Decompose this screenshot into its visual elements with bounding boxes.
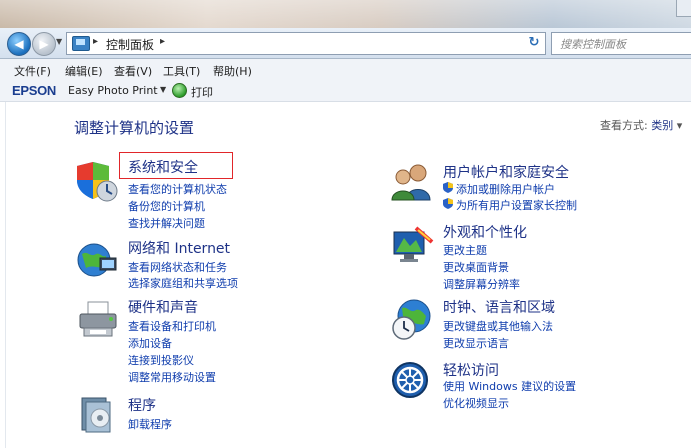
epson-toolbar: EPSON Easy Photo Print ▼ 打印 (0, 79, 691, 102)
menu-tools[interactable]: 工具(T) (163, 63, 200, 79)
page-title: 调整计算机的设置 (74, 119, 195, 137)
breadcrumb-control-panel[interactable]: 控制面板 (106, 36, 154, 53)
arrow-right-icon: ▶ (39, 37, 49, 51)
address-bar[interactable]: ▸ 控制面板 ▸ ▼ (66, 32, 581, 55)
forward-button[interactable]: ▶ (32, 32, 56, 56)
uac-shield-icon (443, 198, 453, 209)
navigation-bar: ◀ ▶ ▼ ▸ 控制面板 ▸ ▼ ↻ 搜索控制面板 (0, 28, 691, 59)
link-network-status[interactable]: 查看网络状态和任务 (128, 259, 227, 275)
search-placeholder: 搜索控制面板 (560, 38, 626, 51)
category-network-internet[interactable]: 网络和 Internet (128, 238, 230, 258)
ease-of-access-icon[interactable] (390, 360, 430, 400)
title-bar-glass (0, 0, 691, 28)
search-input[interactable]: 搜索控制面板 (551, 32, 691, 55)
view-mode-selector[interactable]: 查看方式: 类别 ▾ (600, 117, 682, 133)
view-mode-dropdown-icon[interactable]: ▾ (677, 119, 683, 132)
content-left-border (5, 102, 6, 448)
category-appearance[interactable]: 外观和个性化 (443, 222, 527, 242)
category-system-security[interactable]: 系统和安全 (128, 157, 198, 177)
link-windows-recommended-settings[interactable]: 使用 Windows 建议的设置 (443, 378, 576, 394)
link-change-theme[interactable]: 更改主题 (443, 242, 487, 258)
link-mobility-settings[interactable]: 调整常用移动设置 (128, 369, 216, 385)
view-mode-label: 查看方式: (600, 119, 648, 132)
menu-help[interactable]: 帮助(H) (213, 63, 252, 79)
recent-pages-dropdown-icon[interactable]: ▼ (56, 37, 62, 46)
menu-view[interactable]: 查看(V) (114, 63, 152, 79)
control-panel-icon (72, 36, 90, 51)
category-clock-language-region[interactable]: 时钟、语言和区域 (443, 297, 555, 317)
link-view-computer-status[interactable]: 查看您的计算机状态 (128, 181, 227, 197)
breadcrumb-separator[interactable]: ▸ (160, 36, 165, 47)
link-uninstall-program[interactable]: 卸载程序 (128, 416, 172, 432)
hardware-printer-icon[interactable] (76, 300, 120, 340)
link-screen-resolution[interactable]: 调整屏幕分辨率 (443, 276, 520, 292)
easy-photo-print-button[interactable]: Easy Photo Print (68, 84, 158, 97)
category-user-accounts[interactable]: 用户帐户和家庭安全 (443, 162, 569, 182)
clock-language-region-icon[interactable] (390, 298, 434, 342)
refresh-icon: ↻ (528, 34, 540, 50)
view-mode-value[interactable]: 类别 (651, 119, 673, 132)
menu-bar: 文件(F) 编辑(E) 查看(V) 工具(T) 帮助(H) (0, 59, 691, 79)
link-troubleshoot[interactable]: 查找并解决问题 (128, 215, 205, 231)
link-backup-computer[interactable]: 备份您的计算机 (128, 198, 205, 214)
back-button[interactable]: ◀ (7, 32, 31, 56)
link-connect-projector[interactable]: 连接到投影仪 (128, 352, 194, 368)
link-add-device[interactable]: 添加设备 (128, 335, 172, 351)
programs-icon[interactable] (78, 394, 118, 434)
link-homegroup-sharing[interactable]: 选择家庭组和共享选项 (128, 275, 238, 291)
window-control-button[interactable] (676, 0, 691, 17)
uac-shield-icon (443, 182, 453, 193)
link-devices-printers[interactable]: 查看设备和打印机 (128, 318, 216, 334)
epson-logo: EPSON (12, 83, 57, 98)
link-optimize-video-display[interactable]: 优化视频显示 (443, 395, 509, 411)
breadcrumb-separator[interactable]: ▸ (93, 36, 98, 47)
user-accounts-icon[interactable] (390, 162, 434, 202)
category-hardware-sound[interactable]: 硬件和声音 (128, 297, 198, 317)
network-globe-icon[interactable] (76, 240, 118, 280)
category-ease-of-access[interactable]: 轻松访问 (443, 360, 499, 380)
link-display-language[interactable]: 更改显示语言 (443, 335, 509, 351)
easy-photo-print-dropdown-icon[interactable]: ▼ (160, 85, 166, 94)
link-keyboard-input[interactable]: 更改键盘或其他输入法 (443, 318, 553, 334)
menu-file[interactable]: 文件(F) (14, 63, 51, 79)
link-parental-controls[interactable]: 为所有用户设置家长控制 (456, 197, 577, 213)
window-title-bar (0, 0, 691, 28)
arrow-left-icon: ◀ (14, 37, 24, 51)
system-security-shield-icon[interactable] (76, 160, 118, 202)
appearance-personalization-icon[interactable] (390, 226, 434, 268)
refresh-button[interactable]: ↻ (524, 32, 544, 52)
link-change-desktop-background[interactable]: 更改桌面背景 (443, 259, 509, 275)
link-add-remove-user[interactable]: 添加或删除用户帐户 (456, 181, 555, 197)
menu-edit[interactable]: 编辑(E) (65, 63, 103, 79)
print-icon (172, 83, 187, 98)
print-button[interactable]: 打印 (191, 84, 213, 100)
category-programs[interactable]: 程序 (128, 395, 156, 415)
